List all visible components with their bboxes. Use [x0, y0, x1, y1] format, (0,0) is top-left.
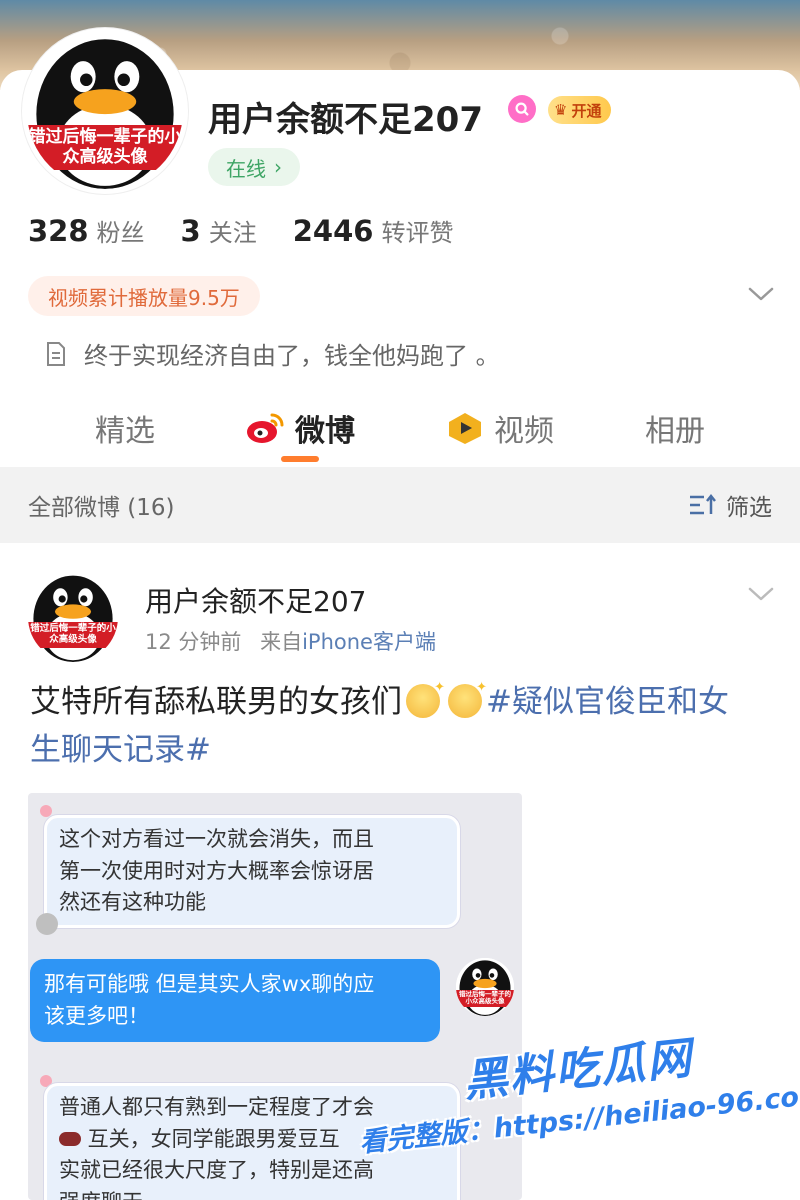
- stat-following[interactable]: 3 关注: [181, 213, 257, 248]
- filter-sort-icon: [690, 493, 716, 515]
- chevron-down-icon[interactable]: [746, 284, 776, 304]
- tab-weibo[interactable]: 微博: [245, 406, 355, 450]
- stat-followers[interactable]: 328 粉丝: [28, 213, 145, 248]
- following-label: 关注: [208, 219, 257, 247]
- profile-tabs: 精选 微博 视频 相册: [0, 400, 800, 466]
- tab-weibo-label: 微博: [295, 414, 355, 449]
- chat-line: 强度聊天: [59, 1187, 445, 1200]
- tab-video[interactable]: 视频: [446, 406, 554, 450]
- smirk-emoji-icon: [406, 678, 445, 718]
- chat-line: 该更多吧！: [44, 1003, 149, 1028]
- post-from-label: 来自: [260, 630, 303, 654]
- online-label: 在线: [226, 156, 266, 181]
- video-play-icon: [449, 413, 481, 444]
- following-count: 3: [180, 214, 201, 248]
- post-author-avatar[interactable]: 错过后悔一辈子的小众高级头像: [28, 572, 118, 662]
- chat-line: 这个对方看过一次就会消失，而且: [59, 827, 374, 851]
- active-tab-indicator: [281, 456, 319, 462]
- chat-line: 实就已经很大尺度了，特别是还高: [59, 1158, 374, 1182]
- topic-text-1: #疑似官俊臣和女: [486, 684, 729, 720]
- profile-bio: 终于实现经济自由了，钱全他妈跑了 。: [44, 336, 500, 371]
- crown-icon: ♛: [554, 101, 568, 119]
- profile-username: 用户余额不足207: [208, 100, 483, 140]
- profile-stats: 328 粉丝 3 关注 2446 转评赞: [28, 213, 453, 248]
- all-posts-count[interactable]: 全部微博 (16): [28, 488, 175, 522]
- profile-avatar[interactable]: 错过后悔一辈子的小众高级头像: [22, 28, 188, 194]
- reposts-label: 转评赞: [381, 219, 454, 247]
- tab-featured[interactable]: 精选: [95, 406, 155, 450]
- post-source: iPhone客户端: [302, 630, 436, 654]
- chat-bubble-outgoing: 那有可能哦 但是其实人家wx聊的应 该更多吧！: [30, 959, 440, 1042]
- feed-filter-bar: 全部微博 (16) 筛选: [0, 467, 800, 543]
- tab-album-label: 相册: [645, 414, 705, 449]
- chat-bubble-incoming: 这个对方看过一次就会消失，而且 第一次使用时对方大概率会惊讶居 然还有这种功能: [44, 815, 460, 928]
- filter-button[interactable]: 筛选: [688, 488, 772, 522]
- smirk-emoji-icon: [448, 678, 487, 718]
- bean-emoji-icon: [59, 1131, 81, 1146]
- tab-video-label: 视频: [494, 414, 554, 449]
- topic-text-2: 生聊天记录#: [30, 732, 211, 769]
- avatar-caption: 错过后悔一辈子的小众高级头像: [27, 125, 183, 171]
- tab-featured-label: 精选: [95, 414, 155, 449]
- magnifier-badge-icon[interactable]: [508, 95, 536, 123]
- chevron-right-icon: ›: [274, 155, 282, 179]
- site-watermark: 黑料吃瓜网 看完整版：https://heiliao-96.com: [358, 1011, 800, 1200]
- heart-decoration-icon: [40, 805, 52, 817]
- chat-line: 那有可能哦 但是其实人家wx聊的应: [44, 972, 375, 996]
- chat-line: 第一次使用时对方大概率会惊讶居: [59, 858, 374, 883]
- post-meta: 12 分钟前 来自iPhone客户端: [145, 626, 436, 656]
- stat-reposts[interactable]: 2446 转评赞: [293, 213, 454, 248]
- husky-avatar-icon: [36, 913, 58, 935]
- filter-label: 筛选: [726, 495, 772, 521]
- document-icon: [47, 341, 65, 366]
- vip-label: 开通: [571, 101, 602, 120]
- post-author-name[interactable]: 用户余额不足207: [145, 580, 366, 620]
- chat-line: 然还有这种功能: [59, 890, 206, 914]
- penguin-avatar-image: [456, 958, 514, 1016]
- tab-album[interactable]: 相册: [645, 406, 705, 450]
- post-menu-chevron-icon[interactable]: [746, 584, 776, 604]
- avatar-caption: 错过后悔一辈子的小众高级头像: [456, 990, 514, 1007]
- chat-line: 互关，女同学能跟男爱豆互: [81, 1126, 340, 1151]
- post-time: 12 分钟前: [145, 630, 242, 654]
- reposts-count: 2446: [292, 214, 374, 248]
- followers-count: 328: [28, 214, 89, 248]
- followers-label: 粉丝: [96, 219, 145, 247]
- weibo-logo-icon: [247, 413, 284, 443]
- post-text-main: 艾特所有舔私联男的女孩们: [30, 684, 402, 720]
- avatar-caption: 错过后悔一辈子的小众高级头像: [28, 622, 118, 648]
- penguin-avatar-image: [28, 572, 118, 662]
- vip-open-badge[interactable]: ♛ 开通: [548, 96, 612, 124]
- chat-sender-avatar: 错过后悔一辈子的小众高级头像: [456, 958, 514, 1016]
- video-views-pill[interactable]: 视频累计播放量9.5万: [28, 276, 260, 316]
- post-body: 艾特所有舔私联男的女孩们 #疑似官俊臣和女生聊天记录#: [30, 678, 770, 774]
- bio-text: 终于实现经济自由了，钱全他妈跑了 。: [84, 342, 500, 370]
- online-status-pill[interactable]: 在线 ›: [208, 148, 300, 186]
